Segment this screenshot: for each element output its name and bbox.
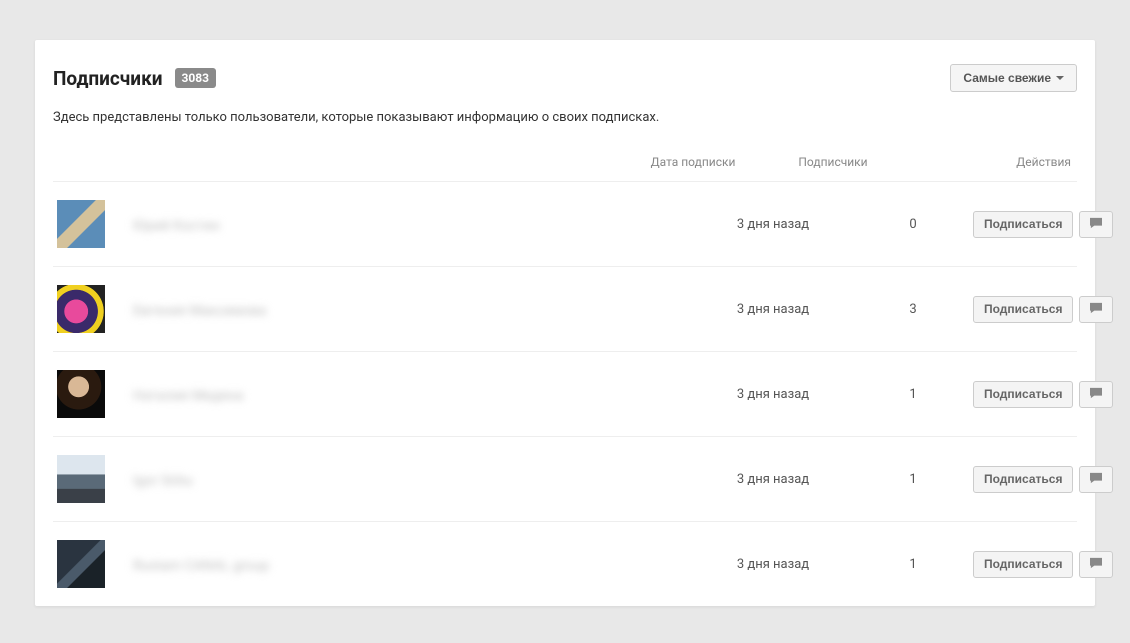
header-row: Подписчики 3083 Самые свежие — [53, 64, 1077, 92]
username[interactable]: Наталия Медяна — [133, 388, 244, 404]
column-subscribers: Подписчики — [773, 155, 893, 169]
subscribers-count: 1 — [853, 557, 973, 572]
page-title: Подписчики — [53, 67, 163, 90]
subscribers-count: 0 — [853, 217, 973, 232]
message-button[interactable] — [1079, 551, 1113, 578]
subscribers-table: Дата подписки Подписчики Действия Юрий К… — [53, 147, 1077, 606]
avatar[interactable] — [57, 370, 105, 418]
column-date: Дата подписки — [613, 155, 773, 169]
chevron-down-icon — [1056, 76, 1064, 80]
table-row: Евгения Максимова 3 дня назад 3 Подписат… — [53, 267, 1077, 352]
subscribe-date: 3 дня назад — [693, 472, 853, 487]
avatar[interactable] — [57, 455, 105, 503]
table-row: Igor Sirbu 3 дня назад 1 Подписаться — [53, 437, 1077, 522]
subscribe-button[interactable]: Подписаться — [973, 381, 1073, 408]
avatar[interactable] — [57, 285, 105, 333]
subscribe-date: 3 дня назад — [693, 557, 853, 572]
subscribe-date: 3 дня назад — [693, 302, 853, 317]
chat-icon — [1089, 302, 1103, 317]
username[interactable]: Евгения Максимова — [133, 303, 266, 319]
subscribers-count: 1 — [853, 387, 973, 402]
description: Здесь представлены только пользователи, … — [53, 110, 1077, 125]
sort-dropdown[interactable]: Самые свежие — [950, 64, 1077, 92]
table-row: Юрий Костин 3 дня назад 0 Подписаться — [53, 182, 1077, 267]
subscribers-count: 3 — [853, 302, 973, 317]
username[interactable]: Igor Sirbu — [133, 473, 193, 489]
table-header: Дата подписки Подписчики Действия — [53, 147, 1077, 182]
message-button[interactable] — [1079, 296, 1113, 323]
column-actions: Действия — [893, 155, 1077, 169]
message-button[interactable] — [1079, 381, 1113, 408]
avatar[interactable] — [57, 540, 105, 588]
subscribe-button[interactable]: Подписаться — [973, 551, 1073, 578]
subscribe-date: 3 дня назад — [693, 387, 853, 402]
subscribe-button[interactable]: Подписаться — [973, 211, 1073, 238]
count-badge: 3083 — [175, 68, 217, 89]
message-button[interactable] — [1079, 211, 1113, 238]
chat-icon — [1089, 472, 1103, 487]
subscribers-card: Подписчики 3083 Самые свежие Здесь предс… — [35, 40, 1095, 606]
table-row: Наталия Медяна 3 дня назад 1 Подписаться — [53, 352, 1077, 437]
sort-label: Самые свежие — [963, 71, 1051, 85]
username[interactable]: Юрий Костин — [133, 218, 220, 234]
avatar[interactable] — [57, 200, 105, 248]
chat-icon — [1089, 557, 1103, 572]
table-row: Rustam CANAL group 3 дня назад 1 Подписа… — [53, 522, 1077, 606]
subscribe-button[interactable]: Подписаться — [973, 466, 1073, 493]
chat-icon — [1089, 387, 1103, 402]
chat-icon — [1089, 217, 1103, 232]
subscribe-button[interactable]: Подписаться — [973, 296, 1073, 323]
subscribe-date: 3 дня назад — [693, 217, 853, 232]
username[interactable]: Rustam CANAL group — [133, 558, 269, 574]
message-button[interactable] — [1079, 466, 1113, 493]
subscribers-count: 1 — [853, 472, 973, 487]
